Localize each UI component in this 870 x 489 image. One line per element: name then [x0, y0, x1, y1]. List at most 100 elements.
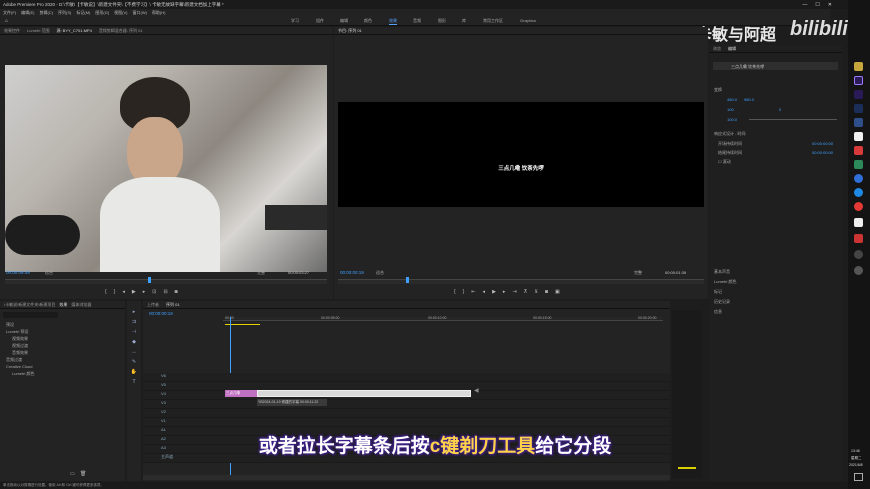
browser-icon[interactable] [854, 188, 863, 197]
pen-tool-icon[interactable]: ✎ [130, 359, 138, 367]
eg-outro-value[interactable]: 00:00:00:00 [812, 150, 833, 155]
play-icon[interactable]: ▶ [492, 289, 496, 295]
program-fit-select[interactable]: 适合 [376, 270, 384, 276]
mark-out-icon[interactable]: } [463, 289, 465, 295]
maximize-button[interactable]: ☐ [815, 2, 819, 8]
program-timecode-in[interactable]: 00:00:00:19 [340, 270, 364, 275]
go-to-in-icon[interactable]: ⇤ [471, 289, 475, 295]
eg-pos-x[interactable]: 480.0 [727, 97, 737, 102]
wechat-icon[interactable] [854, 218, 863, 227]
menu-sequence[interactable]: 序列(S) [58, 10, 71, 15]
minimize-button[interactable]: — [802, 2, 807, 8]
step-forward-icon[interactable]: ▸ [143, 289, 146, 295]
photoshop-icon[interactable] [854, 104, 863, 113]
tree-lumetri-color[interactable]: Lumetri 颜色 [12, 371, 34, 377]
panel-info[interactable]: 信息 [714, 309, 722, 315]
tab-source[interactable]: 源: BYY_C701.MP4 [56, 28, 91, 33]
source-scrubber[interactable] [5, 279, 327, 284]
close-button[interactable]: ✕ [828, 2, 832, 8]
workspace-graphics-en[interactable]: Graphics [520, 18, 536, 23]
razor-tool-icon[interactable]: ◆ [130, 339, 138, 347]
program-video-frame[interactable]: 三点几嘞 饮茶先啰 [338, 102, 704, 207]
workspace-color[interactable]: 颜色 [364, 18, 372, 24]
edge-icon[interactable] [854, 174, 863, 183]
tree-audio-transitions[interactable]: 音频过渡 [6, 357, 22, 363]
notepad-icon[interactable] [854, 132, 863, 141]
panel-essential-sound[interactable]: 基本声音 [714, 269, 730, 275]
play-icon[interactable]: ▶ [132, 289, 136, 295]
tab-sequence-01[interactable]: 序列 01 [166, 302, 180, 307]
timeline-scrollbar[interactable] [143, 475, 670, 480]
home-icon[interactable]: ⌂ [5, 18, 8, 24]
source-timecode-in[interactable]: 00:00:09:49 [6, 270, 30, 275]
menu-help[interactable]: 帮助(H) [152, 10, 166, 15]
menu-graphics[interactable]: 图形(G) [95, 10, 109, 15]
workspace-audio[interactable]: 音频 [413, 18, 421, 24]
tab-browse[interactable]: 浏览 [713, 46, 721, 51]
tree-video-transitions[interactable]: 视频过渡 [12, 343, 28, 349]
comparison-icon[interactable]: ▣ [555, 289, 560, 295]
menu-view[interactable]: 视图(V) [114, 10, 127, 15]
insert-icon[interactable]: ⊡ [152, 289, 156, 295]
program-scrubber[interactable] [338, 279, 704, 284]
workspace-assembly[interactable]: 组件 [316, 18, 324, 24]
source-playhead[interactable] [148, 277, 151, 283]
folder-icon[interactable] [854, 62, 863, 71]
eg-opacity[interactable]: 100.0 [727, 117, 737, 122]
new-folder-icon[interactable]: ▭ [70, 471, 75, 477]
workspace-graphics[interactable]: 图形 [438, 18, 446, 24]
premiere-icon[interactable] [854, 76, 863, 85]
track-select-icon[interactable]: ⇉ [130, 319, 138, 327]
ripple-edit-icon[interactable]: ⊣ [130, 329, 138, 337]
eg-opacity-slider[interactable] [749, 119, 837, 120]
effects-search-input[interactable] [3, 312, 58, 318]
go-to-out-icon[interactable]: ⇥ [512, 289, 516, 295]
eg-roll-checkbox[interactable]: ☐ 滚动 [718, 159, 731, 165]
program-playhead[interactable] [406, 277, 409, 283]
source-resolution-select[interactable]: 完整 [257, 270, 265, 276]
app-icon-4[interactable] [854, 266, 863, 275]
menu-window[interactable]: 窗口(W) [132, 10, 146, 15]
menu-file[interactable]: 文件(F) [3, 10, 16, 15]
workspace-effects[interactable]: 效果 [389, 18, 397, 25]
workspace-editing[interactable]: 编辑 [340, 18, 348, 24]
tab-audio-mixer[interactable]: 音频剪辑混合器: 序列 01 [99, 28, 143, 33]
tab-effect-controls[interactable]: 效果控件 [4, 28, 20, 33]
workspace-custom[interactable]: 常用工作区 [483, 18, 503, 24]
tree-presets[interactable]: 预设 [6, 322, 14, 328]
tree-lumetri-presets[interactable]: Lumetri 预设 [6, 329, 28, 335]
eg-pos-y[interactable]: 980.0 [744, 97, 754, 102]
camera-icon[interactable]: ◙ [175, 289, 178, 295]
eg-intro-value[interactable]: 00:00:00:00 [812, 141, 833, 146]
mark-in-icon[interactable]: { [105, 289, 107, 295]
tab-uploader[interactable]: 上传者 [147, 302, 159, 307]
delete-icon[interactable]: 🗑 [80, 471, 86, 477]
eg-layer-row[interactable]: 三点几嘞 饮茶先啰 [713, 62, 838, 70]
overwrite-icon[interactable]: ⊟ [163, 289, 167, 295]
panel-lumetri-color[interactable]: Lumetri 颜色 [714, 279, 736, 285]
tab-edit[interactable]: 编辑 [728, 46, 736, 51]
panel-markers[interactable]: 标记 [714, 289, 722, 295]
extract-icon[interactable]: ⊻ [534, 289, 538, 295]
obs-icon[interactable] [854, 250, 863, 259]
tab-lumetri-scopes[interactable]: Lumetri 范围 [27, 28, 49, 33]
app-icon[interactable] [854, 118, 863, 127]
workspace-learn[interactable]: 学习 [291, 18, 299, 24]
workspace-libraries[interactable]: 库 [462, 18, 466, 24]
tab-program[interactable]: 节目: 序列 01 [338, 28, 362, 33]
lift-icon[interactable]: ⊼ [524, 289, 528, 295]
caption-clip[interactable] [257, 390, 471, 397]
program-caption[interactable]: 三点几嘞 饮茶先啰 [338, 164, 704, 172]
notification-icon[interactable] [854, 473, 863, 481]
eg-scale[interactable]: 100 [727, 107, 734, 112]
app-icon-3[interactable] [854, 234, 863, 243]
step-back-icon[interactable]: ◂ [122, 289, 125, 295]
type-tool-icon[interactable]: T [130, 379, 138, 387]
app-icon-2[interactable] [854, 160, 863, 169]
premiere-icon-2[interactable] [854, 90, 863, 99]
program-resolution-select[interactable]: 完整 [634, 270, 642, 276]
netease-icon[interactable] [854, 202, 863, 211]
menu-clip[interactable]: 剪辑(C) [39, 10, 53, 15]
tree-video-effects[interactable]: 视频效果 [12, 336, 28, 342]
eg-rotation[interactable]: 0 [779, 107, 781, 112]
